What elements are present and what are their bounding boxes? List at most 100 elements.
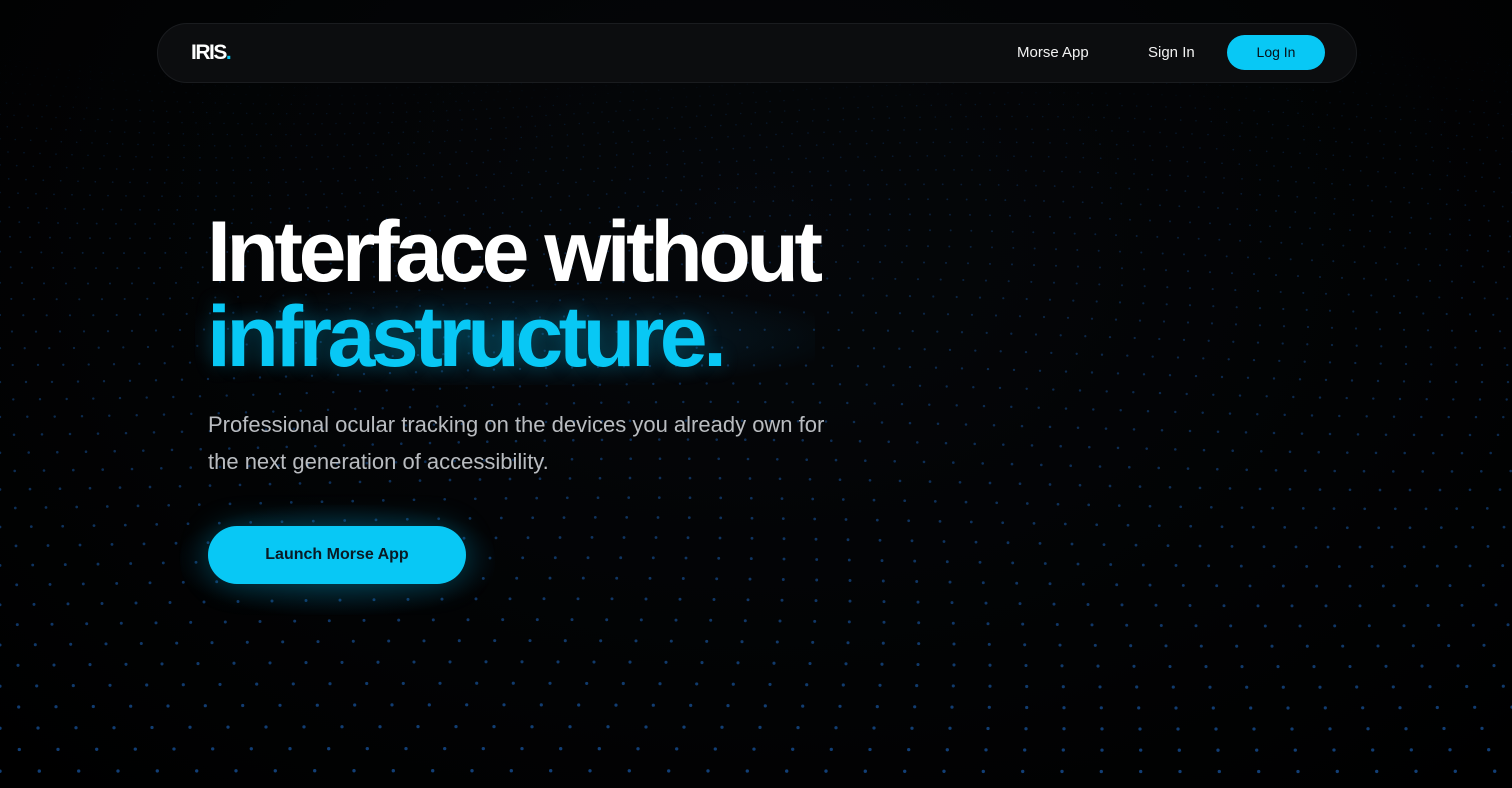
background-dot [65,166,68,169]
background-dot [509,90,511,92]
background-dot [455,151,457,153]
background-dot [1339,91,1341,93]
background-dot [599,155,601,157]
nav-link-morse-app[interactable]: Morse App [1017,43,1089,63]
background-dot [792,185,795,188]
background-dot [778,311,782,314]
background-dot [407,153,409,156]
background-dot [1480,380,1484,384]
background-dot [945,385,948,388]
background-dot [627,130,630,132]
background-dot [1507,220,1509,223]
background-dot [1506,91,1509,93]
background-dot [343,519,347,522]
background-dot [118,486,122,489]
background-dot [19,60,21,63]
background-dot [168,601,172,604]
background-dot [827,108,830,110]
background-dot [0,684,2,688]
background-dot [1352,198,1355,201]
background-dot [1256,604,1260,608]
background-dot [311,156,313,158]
background-dot [887,228,890,231]
background-dot [1179,505,1183,509]
background-dot [37,769,41,773]
background-dot [1430,363,1433,366]
background-dot [285,181,287,184]
background-dot [101,79,103,81]
background-dot [568,725,572,729]
background-dot [155,523,159,526]
background-dot [629,83,631,85]
background-dot [528,639,532,643]
background-dot [905,244,908,248]
background-dot [1198,486,1202,490]
background-dot [461,118,463,121]
background-dot [1466,61,1468,63]
background-dot [1471,623,1475,627]
background-dot [1157,466,1161,470]
background-dot [443,140,446,143]
background-dot [1139,203,1142,206]
background-dot [413,94,415,96]
background-dot [594,93,596,96]
background-dot [1100,727,1104,731]
iris-logo[interactable]: IRIS. [191,40,232,66]
background-dot [439,152,441,154]
background-dot [1228,412,1232,415]
background-dot [1043,170,1045,172]
background-dot [549,195,552,198]
background-dot [572,401,576,405]
background-dot [1341,115,1343,117]
background-dot [1502,125,1505,127]
log-in-button[interactable]: Log In [1227,35,1325,70]
background-dot [1458,122,1461,124]
background-dot [1025,169,1027,172]
background-dot [880,559,884,563]
background-dot [983,128,985,130]
background-dot [474,597,478,601]
background-dot [456,200,459,203]
nav-link-sign-in[interactable]: Sign In [1148,43,1195,63]
background-dot [77,769,81,773]
background-dot [46,544,50,547]
background-dot [1427,66,1429,68]
background-dot [839,96,841,99]
background-dot [1066,316,1070,319]
background-dot [1072,116,1075,118]
launch-morse-app-button[interactable]: Launch Morse App [208,526,466,584]
background-dot [811,120,814,122]
background-dot [221,93,223,95]
background-dot [1049,142,1051,144]
background-dot [142,542,146,546]
background-dot [715,577,719,581]
background-dot [422,639,426,643]
background-dot [622,119,625,122]
background-dot [339,87,341,89]
background-dot [35,684,39,688]
background-dot [0,380,2,384]
background-dot [593,121,595,124]
background-dot [1278,359,1281,363]
background-dot [109,237,111,240]
background-dot [1215,467,1219,471]
background-dot [1025,502,1029,505]
background-dot [1212,305,1215,308]
background-dot [1365,156,1368,158]
background-dot [249,169,251,171]
background-dot [930,104,933,107]
background-dot [856,260,860,264]
background-dot [124,80,126,83]
background-dot [530,725,534,729]
background-dot [1094,233,1097,236]
background-dot [1240,192,1243,195]
background-dot [440,597,444,601]
background-dot [448,660,452,664]
background-dot [0,250,1,253]
background-dot [799,144,801,147]
background-dot [15,65,17,68]
background-dot [597,132,599,134]
background-dot [1383,246,1386,249]
background-dot [614,166,617,169]
background-dot [673,127,676,130]
